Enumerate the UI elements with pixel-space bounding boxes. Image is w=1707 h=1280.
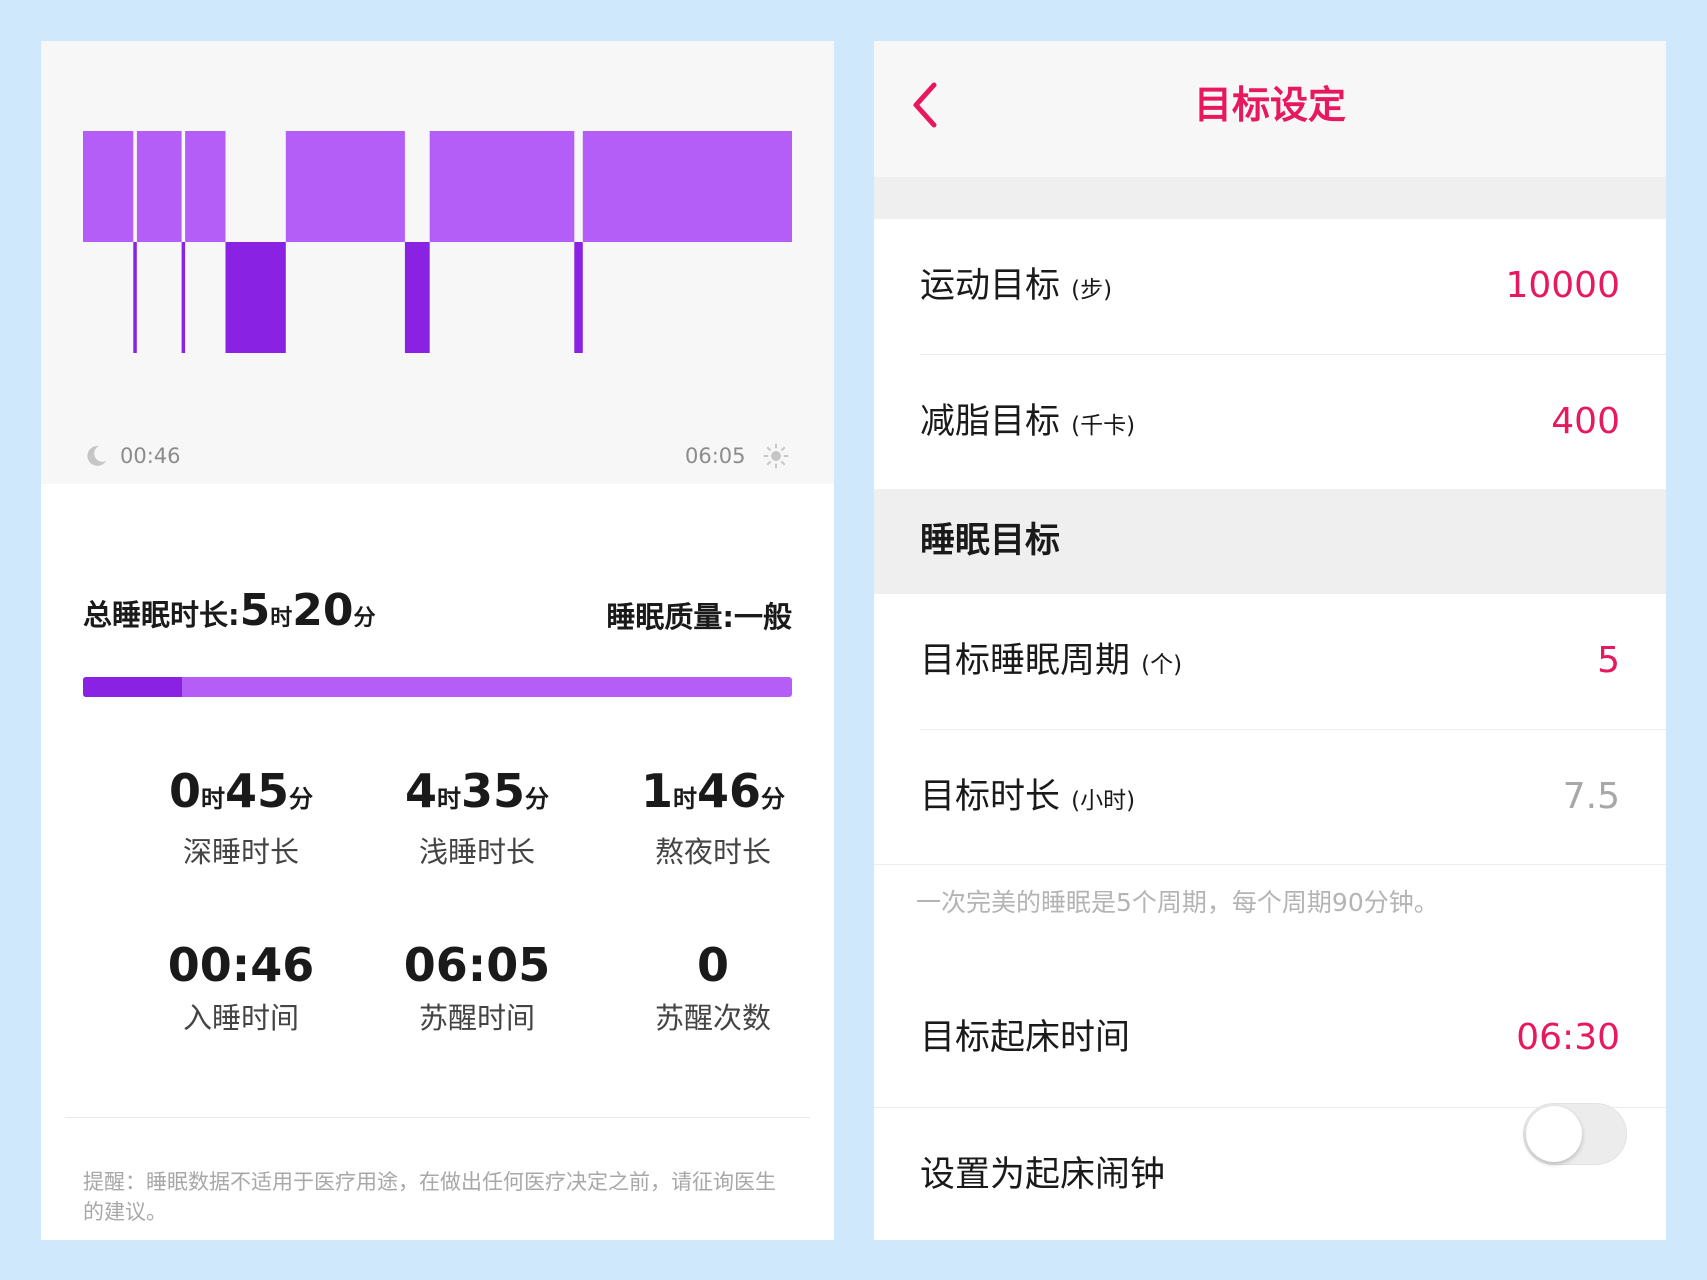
deep-sleep-segment-5 [225, 242, 286, 353]
light-sleep-stat: 4时35分 浅睡时长 [359, 763, 595, 871]
light-sleep-segment-4 [185, 131, 226, 242]
total-sleep-hour-unit: 时 [270, 606, 293, 631]
light-sleep-segment-6 [285, 131, 405, 242]
bedtime-value: 00:46 [167, 938, 315, 992]
late-night-stat: 1时46分 熬夜时长 [595, 763, 831, 871]
total-sleep-minute-unit: 分 [353, 606, 376, 631]
sleep-cycles-unit: (个) [1141, 652, 1183, 678]
wake-time-label: 苏醒时间 [418, 1001, 535, 1035]
exercise-goal-row[interactable]: 运动目标 (步) 10000 [874, 219, 1666, 353]
fat-burn-goal-title: 减脂目标 [920, 402, 1061, 442]
medical-disclaimer: 提醒：睡眠数据不适用于医疗用途，在做出任何医疗决定之前，请征询医生的建议。 [83, 1170, 776, 1224]
light-sleep-segment-0 [83, 131, 134, 242]
total-sleep-prefix: 总睡眠时长: [83, 598, 240, 632]
light-sleep-segment-2 [136, 131, 182, 242]
goal-settings-panel: 目标设定 运动目标 (步) 10000 减脂目标 (千卡) 400 睡眠目标 目… [874, 41, 1666, 1240]
deep-sleep-minutes: 45 [225, 764, 290, 818]
sleep-duration-value: 7.5 [1562, 776, 1620, 817]
sleep-start-time: 00:46 [120, 444, 181, 468]
total-sleep-hours: 5 [239, 585, 271, 636]
minute-unit: 分 [289, 785, 314, 813]
sleep-composition-bar [83, 677, 792, 697]
exercise-goal-unit: (步) [1071, 277, 1113, 303]
wake-time-stat: 06:05 苏醒时间 [359, 937, 595, 1037]
hour-unit: 时 [673, 785, 697, 813]
bedtime-label: 入睡时间 [182, 1001, 299, 1035]
deep-sleep-segment-1 [133, 242, 137, 353]
sleep-report-panel: 00:46 06:05 总睡眠时长:5时20分 睡眠质量:一般 0时45分 深睡… [41, 41, 834, 1240]
nav-bar: 目标设定 [874, 41, 1666, 177]
exercise-goal-value: 10000 [1505, 265, 1620, 306]
section-gap [874, 177, 1666, 219]
fat-burn-goal-unit: (千卡) [1071, 413, 1136, 439]
light-sleep-segment-8 [429, 131, 575, 242]
wake-count-stat: 0 苏醒次数 [595, 937, 831, 1037]
alarm-label: 设置为起床闹钟 [920, 1155, 1166, 1195]
minute-unit: 分 [761, 785, 786, 813]
sleep-goal-section-title: 睡眠目标 [920, 521, 1061, 561]
late-night-label: 熬夜时长 [654, 835, 771, 869]
minute-unit: 分 [525, 785, 550, 813]
row-divider [874, 864, 1666, 865]
wake-time-value: 06:05 [403, 938, 551, 992]
exercise-goal-label: 运动目标 (步) [920, 219, 1112, 353]
deep-sleep-value: 0时45分 [123, 763, 359, 827]
moon-icon [87, 445, 106, 466]
hour-unit: 时 [201, 785, 225, 813]
deep-sleep-segment-3 [181, 242, 186, 353]
sleep-cycles-label: 目标睡眠周期 (个) [920, 594, 1182, 728]
light-sleep-segment-10 [582, 131, 792, 242]
light-sleep-minutes: 35 [461, 764, 526, 818]
sleep-quality: 睡眠质量:一般 [606, 600, 792, 634]
bedtime-stat: 00:46 入睡时间 [123, 937, 359, 1037]
sleep-duration-title: 目标时长 [920, 777, 1061, 817]
wake-time-goal-label: 目标起床时间 [920, 1018, 1131, 1058]
fat-burn-goal-row[interactable]: 减脂目标 (千卡) 400 [874, 355, 1666, 489]
sleep-cycles-row[interactable]: 目标睡眠周期 (个) 5 [874, 594, 1666, 728]
sleep-stage-chart [83, 131, 792, 353]
divider [65, 1117, 810, 1118]
hour-unit: 时 [437, 785, 461, 813]
sleep-end-time: 06:05 [685, 444, 746, 468]
deep-sleep-hours: 0 [168, 764, 201, 818]
deep-sleep-fill [83, 677, 183, 697]
sun-icon [763, 443, 789, 469]
exercise-goal-title: 运动目标 [920, 266, 1061, 306]
total-sleep-minutes: 20 [292, 585, 354, 636]
sleep-duration-unit: (小时) [1071, 788, 1136, 814]
sleep-cycles-value: 5 [1597, 640, 1620, 681]
fat-burn-goal-label: 减脂目标 (千卡) [920, 355, 1135, 489]
fat-burn-goal-value: 400 [1551, 401, 1620, 442]
sleep-duration-row[interactable]: 目标时长 (小时) 7.5 [874, 730, 1666, 864]
wake-count-value: 0 [696, 938, 729, 992]
late-night-value: 1时46分 [595, 763, 831, 827]
sleep-cycles-title: 目标睡眠周期 [920, 641, 1131, 681]
deep-sleep-segment-9 [574, 242, 583, 353]
page-title: 目标设定 [1193, 83, 1346, 127]
light-sleep-value: 4时35分 [359, 763, 595, 827]
sleep-summary-row: 总睡眠时长:5时20分 睡眠质量:一般 [83, 585, 792, 646]
late-night-hours: 1 [640, 764, 673, 818]
deep-sleep-label: 深睡时长 [182, 835, 299, 869]
late-night-minutes: 46 [697, 764, 762, 818]
sleep-cycle-hint: 一次完美的睡眠是5个周期，每个周期90分钟。 [916, 888, 1439, 917]
wake-time-goal-value: 06:30 [1516, 1017, 1620, 1058]
alarm-toggle[interactable] [1523, 1103, 1627, 1165]
deep-sleep-segment-7 [404, 242, 430, 353]
wake-time-goal-row[interactable]: 目标起床时间 06:30 [874, 971, 1666, 1105]
sleep-goal-section-header: 睡眠目标 [874, 489, 1666, 594]
total-sleep-duration: 总睡眠时长:5时20分 [83, 585, 376, 636]
sleep-duration-label: 目标时长 (小时) [920, 730, 1135, 864]
toggle-knob [1526, 1106, 1582, 1162]
sleep-chart-area: 00:46 06:05 [41, 41, 834, 484]
light-sleep-label: 浅睡时长 [418, 835, 535, 869]
light-sleep-hours: 4 [404, 764, 437, 818]
wake-count-label: 苏醒次数 [654, 1001, 771, 1035]
deep-sleep-stat: 0时45分 深睡时长 [123, 763, 359, 871]
